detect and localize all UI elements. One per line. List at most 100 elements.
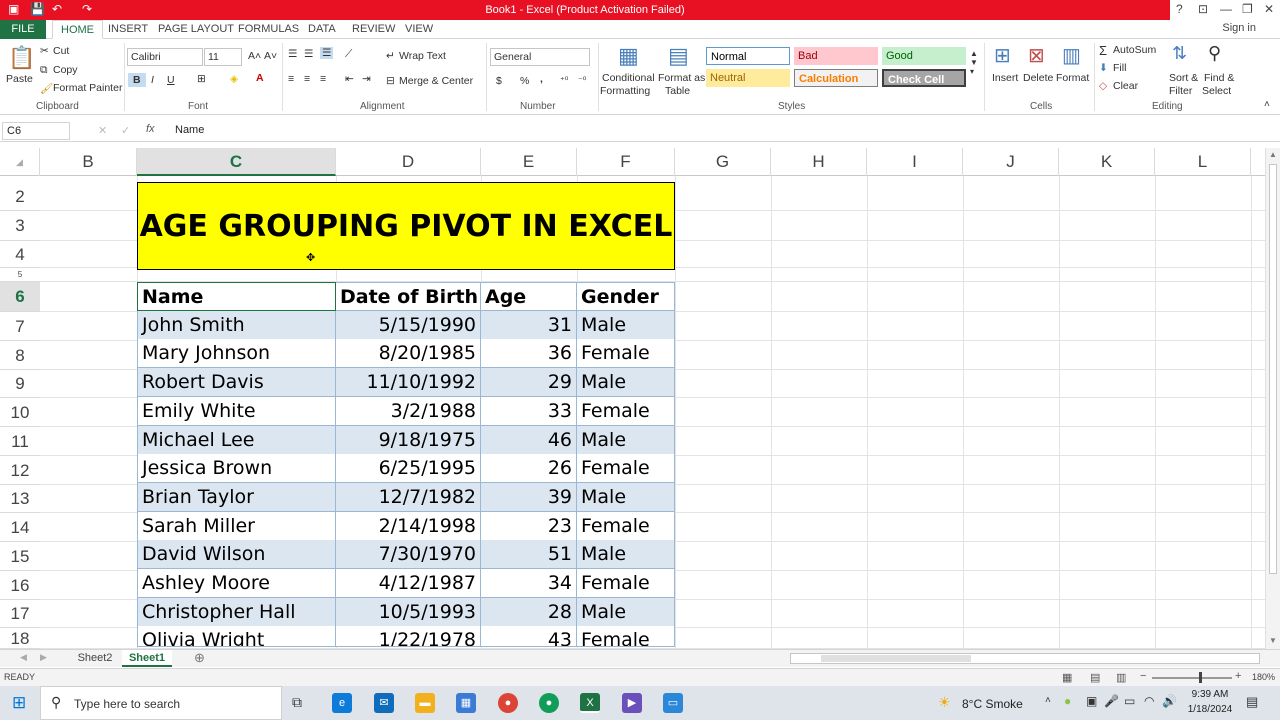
table-cell[interactable]: 1/22/1978 — [336, 626, 481, 647]
merge-center-button[interactable]: Merge & Center — [399, 75, 473, 87]
comma-button[interactable]: , — [540, 73, 543, 85]
excel-taskbar-icon[interactable]: X — [580, 693, 600, 713]
chrome-profile-icon[interactable]: ● — [539, 693, 559, 713]
table-cell[interactable]: 46 — [481, 426, 577, 455]
column-header[interactable]: K — [1059, 148, 1155, 176]
row-header[interactable]: 3 — [0, 211, 40, 241]
table-cell[interactable]: Mary Johnson — [137, 339, 336, 368]
table-cell[interactable]: Male — [577, 483, 675, 512]
insert-cells-icon[interactable]: ⊞ — [994, 43, 1011, 68]
table-cell[interactable]: 34 — [481, 569, 577, 598]
clock-date[interactable]: 1/18/2024 — [1186, 704, 1234, 715]
tab-review[interactable]: REVIEW — [352, 20, 395, 39]
page-layout-view-icon[interactable]: ▤ — [1090, 671, 1100, 684]
table-cell[interactable]: Male — [577, 311, 675, 340]
copy-button[interactable]: Copy — [53, 64, 78, 76]
normal-view-icon[interactable]: ▦ — [1062, 671, 1072, 684]
fill-color-icon[interactable]: ◈ — [230, 73, 238, 85]
table-cell[interactable]: 4/12/1987 — [336, 569, 481, 598]
table-cell[interactable]: Male — [577, 426, 675, 455]
volume-icon[interactable]: 🔊 — [1162, 694, 1177, 708]
tab-home[interactable]: HOME — [52, 20, 103, 39]
microphone-icon[interactable]: 🎤 — [1104, 694, 1119, 708]
task-view-icon[interactable]: ⧉ — [292, 694, 302, 711]
row-header[interactable]: 10 — [0, 398, 40, 427]
font-color-icon[interactable]: A — [256, 72, 264, 84]
table-cell[interactable]: Brian Taylor — [137, 483, 336, 512]
redo-icon[interactable]: ↷ — [82, 2, 92, 16]
save-icon[interactable]: 💾 — [30, 2, 45, 16]
tray-expand-icon[interactable]: ˄ — [1045, 695, 1051, 706]
minimize-button[interactable]: — — [1220, 2, 1232, 16]
paste-icon[interactable]: 📋 — [8, 45, 35, 71]
file-explorer-icon[interactable]: ▬ — [415, 693, 435, 713]
find-select-label2[interactable]: Select — [1202, 85, 1231, 97]
table-cell[interactable]: 23 — [481, 512, 577, 541]
table-cell[interactable]: 36 — [481, 339, 577, 368]
insert-cells-button[interactable]: Insert — [992, 72, 1018, 84]
cancel-icon[interactable]: ✕ — [98, 124, 107, 137]
align-top-icon[interactable]: ☰ — [288, 48, 297, 60]
horizontal-scrollbar[interactable] — [790, 653, 1260, 664]
italic-button[interactable]: I — [151, 74, 154, 86]
table-cell[interactable]: 12/7/1982 — [336, 483, 481, 512]
enter-icon[interactable]: ✓ — [121, 124, 130, 137]
table-cell[interactable]: John Smith — [137, 311, 336, 340]
style-normal[interactable]: Normal — [706, 47, 790, 65]
table-cell[interactable]: Emily White — [137, 397, 336, 426]
table-cell[interactable]: Michael Lee — [137, 426, 336, 455]
column-header[interactable]: C — [137, 148, 336, 176]
column-header[interactable]: F — [577, 148, 675, 176]
table-cell[interactable]: 9/18/1975 — [336, 426, 481, 455]
table-cell[interactable]: 7/30/1970 — [336, 540, 481, 569]
table-cell[interactable]: Female — [577, 339, 675, 368]
sort-filter-icon[interactable]: ⇅ — [1172, 43, 1187, 64]
row-header[interactable]: 15 — [0, 542, 40, 571]
tab-page-layout[interactable]: PAGE LAYOUT — [158, 20, 234, 39]
bold-button[interactable]: B — [128, 73, 146, 87]
zoom-level[interactable]: 180% — [1252, 672, 1275, 682]
column-header[interactable]: L — [1155, 148, 1251, 176]
taskbar-search-box[interactable]: ⚲ Type here to search — [40, 686, 282, 720]
chrome-icon[interactable]: ● — [498, 693, 518, 713]
table-header-cell[interactable]: Gender — [577, 282, 675, 311]
grow-font-icon[interactable]: A˄ — [248, 50, 261, 62]
formula-input[interactable]: Name — [175, 124, 204, 136]
row-header[interactable]: 4 — [0, 241, 40, 268]
row-header[interactable]: 7 — [0, 312, 40, 341]
percent-button[interactable]: % — [520, 75, 529, 87]
table-cell[interactable]: Female — [577, 454, 675, 483]
vertical-scrollbar[interactable]: ▲ ▼ — [1265, 148, 1280, 649]
table-cell[interactable]: 39 — [481, 483, 577, 512]
table-cell[interactable]: 6/25/1995 — [336, 454, 481, 483]
format-as-table-button[interactable]: Format as — [658, 72, 705, 84]
windows-start-icon[interactable]: ⊞ — [12, 693, 26, 713]
style-bad[interactable]: Bad — [794, 47, 878, 65]
table-cell[interactable]: Female — [577, 569, 675, 598]
row-header[interactable]: 13 — [0, 485, 40, 513]
wrap-text-button[interactable]: Wrap Text — [399, 50, 446, 62]
format-painter-icon[interactable]: 🖌 — [40, 82, 53, 95]
zoom-slider[interactable] — [1152, 677, 1232, 679]
table-cell[interactable]: Male — [577, 598, 675, 627]
video-editor-icon[interactable]: ▶ — [622, 693, 642, 713]
autosum-button[interactable]: AutoSum — [1113, 44, 1156, 56]
clock-time[interactable]: 9:39 AM — [1188, 689, 1232, 700]
clear-button[interactable]: Clear — [1113, 80, 1138, 92]
table-cell[interactable]: 29 — [481, 368, 577, 397]
column-header[interactable]: I — [867, 148, 963, 176]
row-header[interactable]: 12 — [0, 456, 40, 485]
row-header[interactable]: 5 — [0, 268, 40, 282]
style-neutral[interactable]: Neutral — [706, 69, 790, 87]
ribbon-display-icon[interactable]: ⊡ — [1198, 2, 1208, 16]
row-header[interactable]: 2 — [0, 183, 40, 211]
tab-formulas[interactable]: FORMULAS — [238, 20, 299, 39]
table-cell[interactable]: 28 — [481, 598, 577, 627]
align-left-icon[interactable]: ≡ — [288, 73, 294, 85]
close-button[interactable]: ✕ — [1264, 2, 1274, 16]
row-header[interactable]: 14 — [0, 513, 40, 542]
tab-view[interactable]: VIEW — [405, 20, 433, 39]
column-header[interactable]: E — [481, 148, 577, 176]
copy-icon[interactable]: ⧉ — [40, 64, 48, 77]
table-cell[interactable]: 26 — [481, 454, 577, 483]
